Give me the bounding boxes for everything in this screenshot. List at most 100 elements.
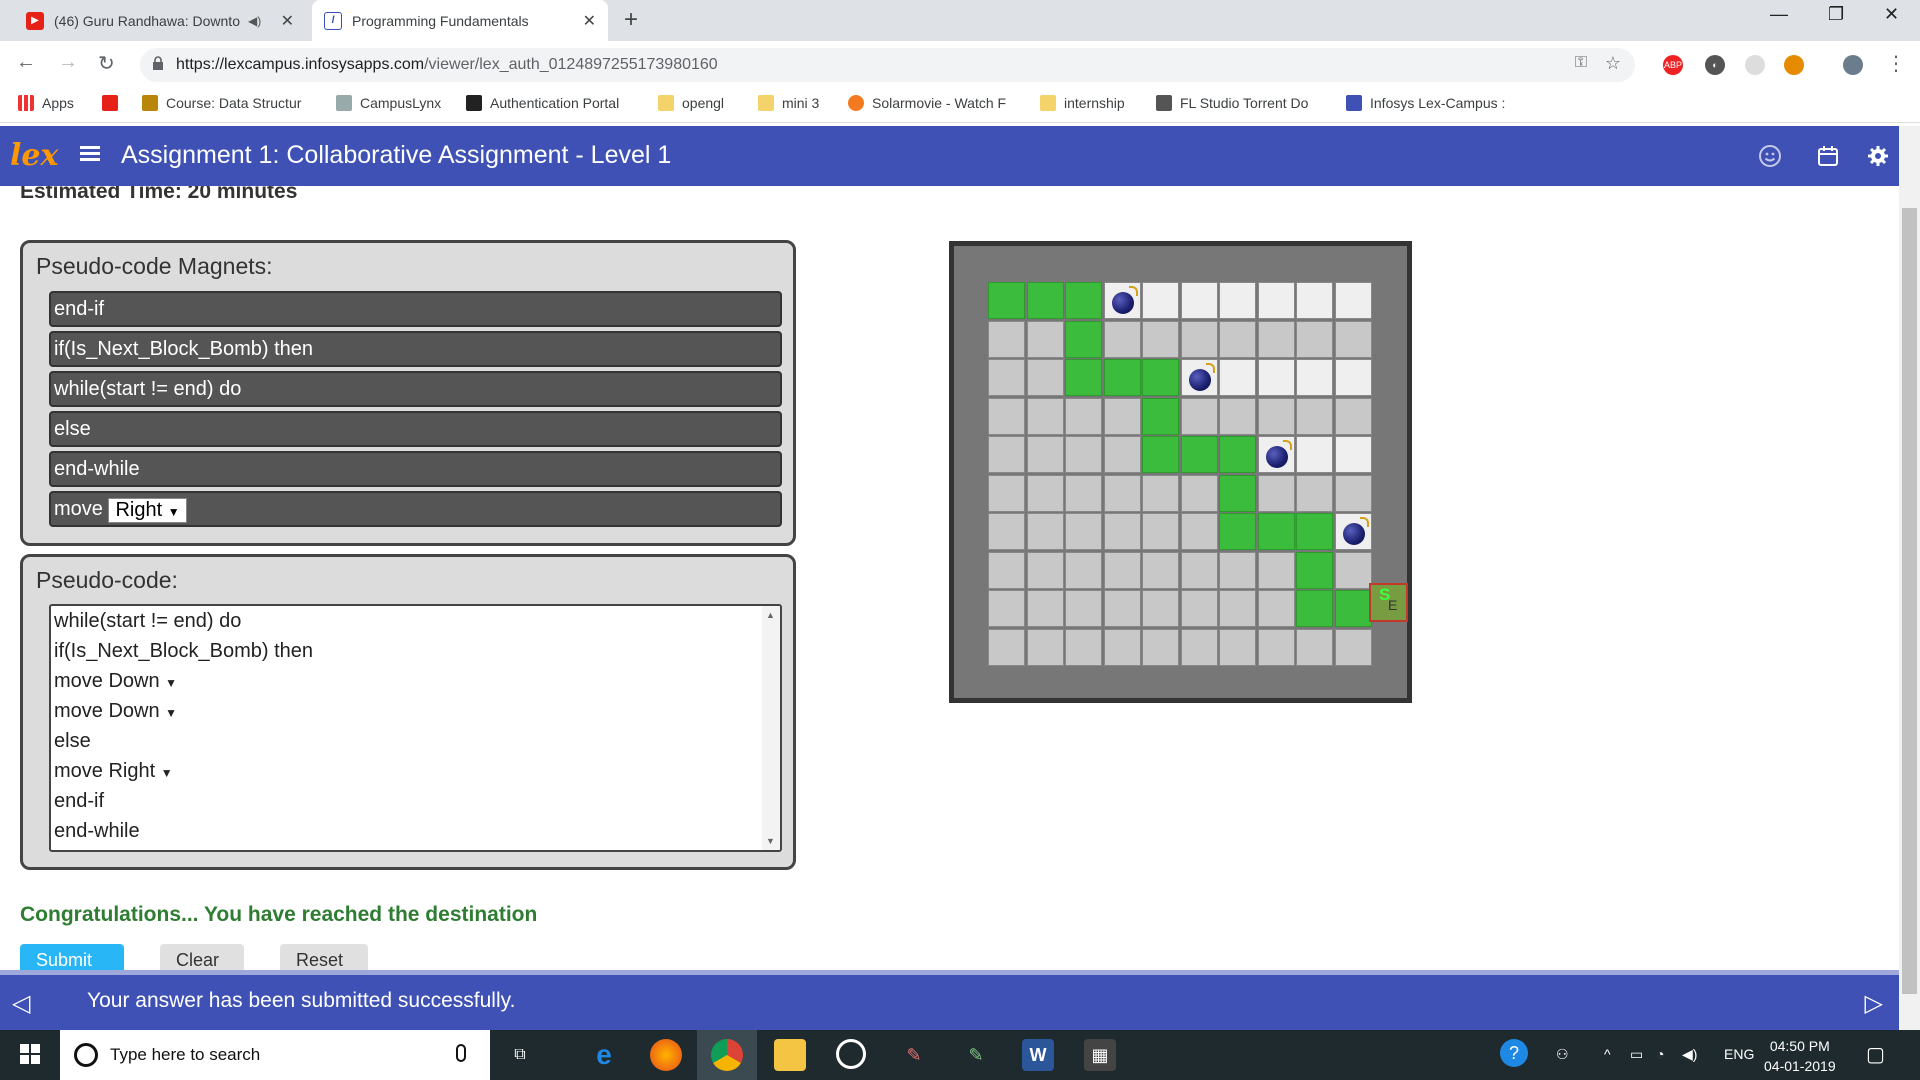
move-label: move xyxy=(54,498,103,520)
help-icon[interactable]: ? xyxy=(1500,1039,1528,1067)
extension-icon[interactable] xyxy=(1745,55,1765,75)
magnet-move[interactable]: move Right ▼ xyxy=(49,491,782,527)
calendar-icon[interactable] xyxy=(1816,144,1840,168)
scrollbar-thumb[interactable] xyxy=(1902,208,1917,994)
bookmark-campuslynx[interactable]: CampusLynx xyxy=(336,95,441,111)
scroll-down-icon[interactable]: ▼ xyxy=(766,836,775,846)
direction-select[interactable]: Down xyxy=(108,700,159,722)
close-window-button[interactable]: ✕ xyxy=(1884,4,1899,25)
next-arrow-icon[interactable]: ▷ xyxy=(1865,989,1883,1018)
menu-kebab-icon[interactable]: ⋮ xyxy=(1886,51,1906,76)
direction-select[interactable]: Down xyxy=(108,670,159,692)
pseudo-code-line[interactable]: else xyxy=(54,730,91,753)
reload-icon[interactable]: ↻ xyxy=(98,51,115,76)
bookmark-opengl[interactable]: opengl xyxy=(658,95,724,111)
pseudo-code-line[interactable]: while(start != end) do xyxy=(54,610,241,633)
tab-programming-fundamentals[interactable]: l Programming Fundamentals ✕ xyxy=(312,0,608,41)
path-cell xyxy=(1065,320,1102,358)
hamburger-menu-icon[interactable] xyxy=(80,146,100,162)
bookmark-solarmovie[interactable]: Solarmovie - Watch F xyxy=(848,95,1006,111)
direction-select[interactable]: Right xyxy=(108,760,155,782)
speaker-icon[interactable]: ◀) xyxy=(248,14,261,28)
close-tab-icon[interactable]: ✕ xyxy=(583,11,596,31)
volume-icon[interactable]: ◀) xyxy=(1682,1046,1697,1063)
close-tab-icon[interactable]: ✕ xyxy=(281,11,294,31)
adblock-icon[interactable]: ABP xyxy=(1663,55,1683,75)
pseudo-code-line[interactable]: move Down ▼ xyxy=(54,700,177,723)
bookmark-apps[interactable]: Apps xyxy=(18,95,74,111)
groove-music-icon[interactable] xyxy=(836,1039,866,1069)
battery-icon[interactable]: ▭ xyxy=(1630,1046,1643,1063)
path-cell xyxy=(1065,282,1102,319)
paint-icon[interactable]: ✎ xyxy=(898,1039,930,1071)
wifi-icon[interactable]: ◔ xyxy=(1656,1046,1664,1062)
tray-chevron-icon[interactable]: ^ xyxy=(1604,1046,1611,1062)
bookmark-star-icon[interactable]: ☆ xyxy=(1605,53,1621,74)
magnet-end-if[interactable]: end-if xyxy=(49,291,782,327)
bookmark-infosys-lex[interactable]: Infosys Lex-Campus : xyxy=(1346,95,1505,111)
forward-icon[interactable]: → xyxy=(58,51,78,74)
grid-cell xyxy=(1257,359,1295,396)
search-placeholder: Type here to search xyxy=(110,1045,261,1064)
grid-cell xyxy=(1065,513,1102,550)
smiley-icon[interactable] xyxy=(1758,144,1782,168)
previous-arrow-icon[interactable]: ◁ xyxy=(12,989,30,1018)
reset-button[interactable]: Reset xyxy=(280,944,368,970)
bookmark-fl-studio[interactable]: FL Studio Torrent Do xyxy=(1156,95,1308,111)
gear-icon[interactable] xyxy=(1866,144,1890,168)
new-tab-button[interactable]: + xyxy=(624,6,638,34)
pseudo-code-line[interactable]: if(Is_Next_Block_Bomb) then xyxy=(54,640,313,663)
magnets-title: Pseudo-code Magnets: xyxy=(36,253,273,279)
microphone-icon[interactable] xyxy=(456,1044,466,1062)
extension-icon[interactable]: ◐ xyxy=(1705,55,1725,75)
bookmark-mini3[interactable]: mini 3 xyxy=(758,95,819,111)
pseudo-code-line[interactable]: move Right ▼ xyxy=(54,760,173,783)
lex-logo[interactable]: lex xyxy=(10,138,58,173)
chevron-down-icon[interactable]: ▼ xyxy=(165,706,177,720)
pseudo-code-line[interactable]: end-if xyxy=(54,790,104,813)
clock[interactable]: 04:50 PM 04-01-2019 xyxy=(1764,1036,1836,1076)
task-view-icon[interactable]: ⧉ xyxy=(504,1039,536,1071)
chevron-down-icon[interactable]: ▼ xyxy=(165,676,177,690)
url-input[interactable]: https://lexcampus.infosysapps.com/viewer… xyxy=(140,48,1635,82)
windows-start-icon[interactable] xyxy=(20,1044,40,1064)
paint-3d-icon[interactable]: ✎ xyxy=(960,1039,992,1071)
magnet-else[interactable]: else xyxy=(49,411,782,447)
avatar[interactable] xyxy=(1843,55,1863,75)
pseudo-code-scrollbar[interactable]: ▲ ▼ xyxy=(762,606,780,850)
pseudo-code-line[interactable]: move Down ▼ xyxy=(54,670,177,693)
tab-youtube[interactable]: ▶ (46) Guru Randhawa: Downto ◀) ✕ xyxy=(16,0,306,41)
pseudo-code-line[interactable]: end-while xyxy=(54,820,140,843)
chevron-down-icon[interactable]: ▼ xyxy=(161,766,173,780)
clear-button[interactable]: Clear xyxy=(160,944,244,970)
magnet-while[interactable]: while(start != end) do xyxy=(49,371,782,407)
chrome-icon[interactable] xyxy=(711,1039,743,1071)
language-indicator[interactable]: ENG xyxy=(1724,1046,1754,1062)
people-icon[interactable]: ⚇ xyxy=(1556,1046,1569,1063)
bookmark-internship[interactable]: internship xyxy=(1040,95,1125,111)
tab-title: Programming Fundamentals xyxy=(352,12,529,29)
word-icon[interactable]: W xyxy=(1022,1039,1054,1071)
back-icon[interactable]: ← xyxy=(16,51,36,74)
key-icon[interactable]: ⚿ xyxy=(1575,54,1587,72)
bookmark-youtube[interactable] xyxy=(102,95,126,111)
grid-cell xyxy=(1180,590,1218,627)
notifications-icon[interactable]: ▢ xyxy=(1866,1042,1885,1067)
bookmark-auth-portal[interactable]: Authentication Portal xyxy=(466,95,619,111)
file-explorer-icon[interactable] xyxy=(774,1039,806,1071)
bookmark-data-structures[interactable]: Course: Data Structur xyxy=(142,95,301,111)
taskbar-search-input[interactable]: Type here to search xyxy=(60,1030,490,1080)
minimize-button[interactable]: — xyxy=(1770,4,1788,25)
extension-icon[interactable] xyxy=(1784,55,1804,75)
edge-icon[interactable]: e xyxy=(588,1039,620,1071)
restore-button[interactable]: ❐ xyxy=(1828,4,1844,25)
move-direction-select[interactable]: Right ▼ xyxy=(108,498,187,523)
calculator-icon[interactable]: ▦ xyxy=(1084,1039,1116,1071)
magnet-end-while[interactable]: end-while xyxy=(49,451,782,487)
pseudo-code-drop-area[interactable]: while(start != end) do if(Is_Next_Block_… xyxy=(49,604,782,852)
scroll-up-icon[interactable]: ▲ xyxy=(766,610,775,620)
submit-button[interactable]: Submit xyxy=(20,944,124,970)
firefox-icon[interactable] xyxy=(650,1039,682,1071)
magnet-if-next-block-bomb[interactable]: if(Is_Next_Block_Bomb) then xyxy=(49,331,782,367)
page-scrollbar[interactable] xyxy=(1899,126,1920,1030)
